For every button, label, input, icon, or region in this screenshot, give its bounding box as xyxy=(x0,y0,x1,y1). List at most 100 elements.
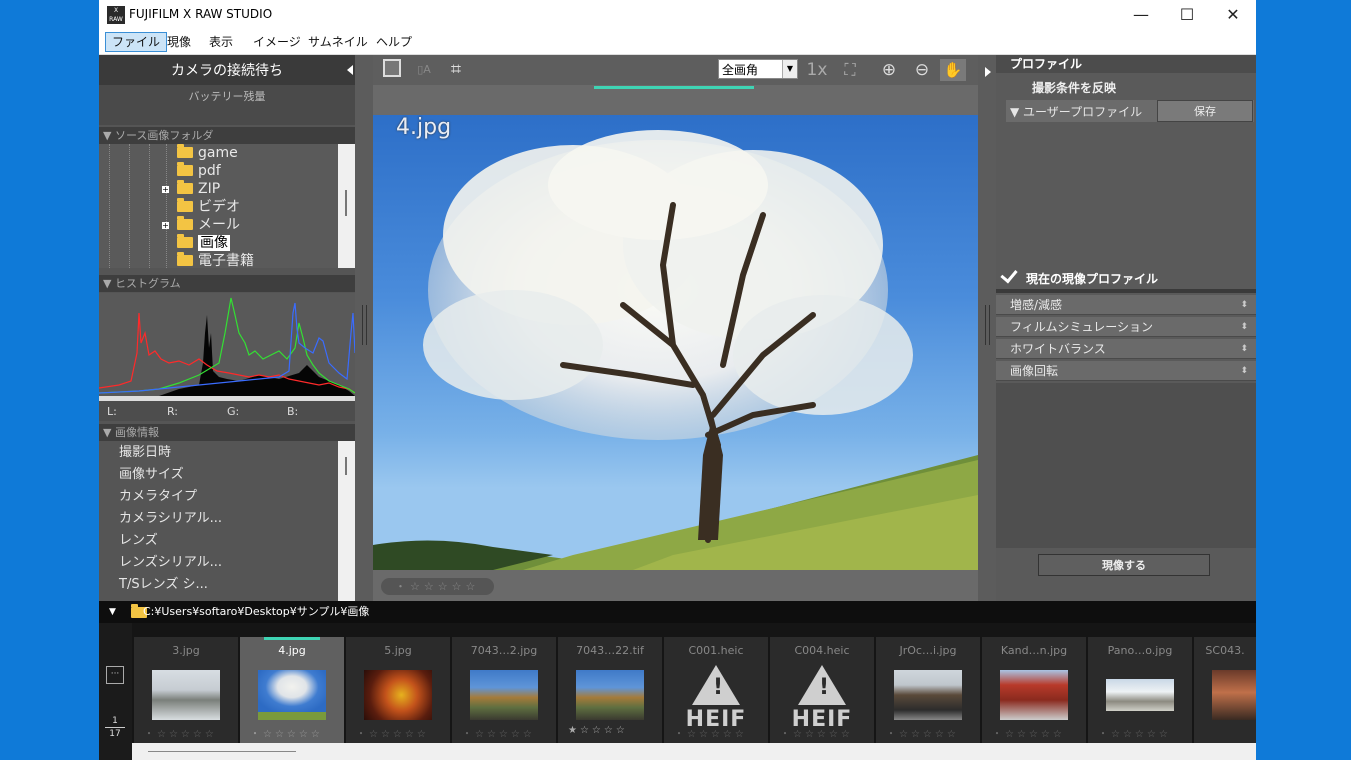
folder-item[interactable]: ビデオ xyxy=(177,198,240,216)
menu-develop[interactable]: 現像 xyxy=(161,33,197,51)
thumbnail-scrollbar[interactable] xyxy=(132,743,1256,760)
info-item: カメラシリアル... xyxy=(119,511,223,526)
expand-icon[interactable]: + xyxy=(162,186,169,194)
menu-file[interactable]: ファイル xyxy=(105,32,168,52)
thumbnail[interactable]: 7043…22.tif ★☆☆☆☆ xyxy=(558,637,662,743)
loading-progress-bar xyxy=(594,86,754,89)
thumbnail[interactable]: Kand…n.jpg ・☆☆☆☆☆ xyxy=(982,637,1086,743)
apply-conditions-label[interactable]: 撮影条件を反映 xyxy=(1032,79,1116,96)
thumbnail[interactable]: SC043. xyxy=(1194,637,1256,743)
thumbnail-image xyxy=(1106,679,1174,711)
folder-item[interactable]: game xyxy=(177,144,238,162)
minimize-button[interactable]: — xyxy=(1118,0,1164,31)
folder-item[interactable]: ZIP xyxy=(177,180,220,198)
histogram-values: L: R: G: B: xyxy=(99,401,355,421)
check-icon xyxy=(1000,265,1018,284)
thumbnail-image xyxy=(1000,670,1068,720)
close-button[interactable]: ✕ xyxy=(1210,0,1256,31)
desktop-background-right xyxy=(1256,0,1351,760)
zoom-in-icon[interactable]: ⊕ xyxy=(878,59,900,81)
thumbnail-image xyxy=(258,670,326,720)
heif-warning-icon: ! HEIF xyxy=(786,665,858,732)
folder-icon xyxy=(177,162,193,176)
chevron-down-icon: ▼ xyxy=(782,60,797,78)
zoom-1x-button[interactable]: 1x xyxy=(805,59,829,81)
adjust-white-balance[interactable]: ホワイトバランス ⬍ xyxy=(996,339,1256,359)
strip-controls: ··· 1 17 xyxy=(99,623,132,760)
thumbnail[interactable]: 7043…2.jpg ・☆☆☆☆☆ xyxy=(452,637,556,743)
develop-button[interactable]: 現像する xyxy=(1038,554,1210,576)
thumbnail[interactable]: JrOc…i.jpg ・☆☆☆☆☆ xyxy=(876,637,980,743)
adjust-image-rotation[interactable]: 画像回転 ⬍ xyxy=(996,361,1256,381)
user-profile-label[interactable]: ▼ ユーザープロファイル xyxy=(1010,103,1142,120)
menu-image[interactable]: イメージ xyxy=(247,33,307,51)
maximize-button[interactable]: ☐ xyxy=(1164,0,1210,31)
thumbnail[interactable]: Pano…o.jpg ・☆☆☆☆☆ xyxy=(1088,637,1192,743)
battery-label: バッテリー残量 xyxy=(99,85,355,125)
thumbnail-image xyxy=(470,670,538,720)
app-window: X RAW FUJIFILM X RAW STUDIO — ☐ ✕ ファイル 現… xyxy=(99,0,1256,760)
folder-icon xyxy=(177,180,193,194)
fit-screen-icon[interactable]: ⛶ xyxy=(839,59,861,81)
adjust-sensitivity[interactable]: 増感/減感 ⬍ xyxy=(996,295,1256,315)
path-toggle-icon[interactable]: ▼ xyxy=(109,601,116,623)
folder-item-selected[interactable]: 画像 xyxy=(177,234,230,252)
thumbnail[interactable]: C004.heic ! HEIF ・☆☆☆☆☆ xyxy=(770,637,874,743)
app-logo-icon: X RAW xyxy=(107,6,125,24)
folder-icon xyxy=(177,252,193,266)
folder-item[interactable]: メール xyxy=(177,216,240,234)
folder-item[interactable]: 電子書籍 xyxy=(177,252,254,268)
info-item: 画像サイズ xyxy=(119,467,184,482)
single-view-icon[interactable] xyxy=(381,59,403,81)
preview-panel: ▯A ⌗ 全画角 ▼ 1x ⛶ ⊕ ⊖ ✋ 4.jpg ・☆☆☆☆☆ xyxy=(373,55,978,601)
crop-icon[interactable]: ⌗ xyxy=(445,59,467,81)
adjust-film-simulation[interactable]: フィルムシミュレーション ⬍ xyxy=(996,317,1256,337)
thumbnail[interactable]: 3.jpg ・☆☆☆☆☆ xyxy=(134,637,238,743)
selected-thumbnail-indicator xyxy=(264,637,320,640)
info-item: カメラタイプ xyxy=(119,489,198,504)
thumbnail[interactable]: C001.heic ! HEIF ・☆☆☆☆☆ xyxy=(664,637,768,743)
zoom-out-icon[interactable]: ⊖ xyxy=(911,59,933,81)
menu-help[interactable]: ヘルプ xyxy=(370,33,418,51)
preview-image[interactable]: 4.jpg xyxy=(373,115,978,570)
zoom-select[interactable]: 全画角 ▼ xyxy=(718,59,798,79)
source-folder-header[interactable]: ▼ ソース画像フォルダ xyxy=(99,127,355,144)
thumbnail[interactable]: 5.jpg ・☆☆☆☆☆ xyxy=(346,637,450,743)
save-button[interactable]: 保存 xyxy=(1157,100,1253,122)
left-splitter[interactable] xyxy=(355,55,373,601)
info-item: 撮影日時 xyxy=(119,445,172,460)
profile-header: プロファイル xyxy=(996,55,1256,73)
collapse-right-arrow-icon[interactable] xyxy=(985,67,991,77)
histogram xyxy=(99,293,356,401)
preview-toolbar: ▯A ⌗ 全画角 ▼ 1x ⛶ ⊕ ⊖ ✋ xyxy=(373,55,978,85)
image-info-scrollbar[interactable] xyxy=(338,441,355,601)
rating-stars[interactable]: ・☆☆☆☆☆ xyxy=(381,578,494,595)
thumbnail-selected[interactable]: 4.jpg ・☆☆☆☆☆ xyxy=(240,637,344,743)
current-profile[interactable]: 現在の現像プロファイル xyxy=(1000,265,1158,287)
more-options-button[interactable]: ··· xyxy=(106,666,124,684)
user-profile-row: ▼ ユーザープロファイル 保存 xyxy=(1006,100,1254,122)
compare-view-icon[interactable]: ▯A xyxy=(413,59,435,81)
info-item: レンズ xyxy=(119,533,158,548)
folder-tree-scrollbar[interactable] xyxy=(338,144,355,268)
image-info-header[interactable]: ▼ 画像情報 xyxy=(99,424,355,441)
histogram-g-label: G: xyxy=(227,405,240,418)
hand-tool-icon[interactable]: ✋ xyxy=(940,59,966,81)
histogram-r-label: R: xyxy=(167,405,179,418)
folder-item[interactable]: pdf xyxy=(177,162,221,180)
folder-icon xyxy=(177,144,193,158)
histogram-header[interactable]: ▼ ヒストグラム xyxy=(99,275,355,292)
folder-icon xyxy=(177,234,193,248)
folder-icon xyxy=(177,216,193,230)
right-splitter[interactable] xyxy=(978,55,996,601)
menu-thumbnail[interactable]: サムネイル xyxy=(302,33,374,51)
heif-warning-icon: ! HEIF xyxy=(680,665,752,732)
folder-path: C:¥Users¥softaro¥Desktop¥サンプル¥画像 xyxy=(143,605,370,618)
menu-view[interactable]: 表示 xyxy=(203,33,239,51)
image-filename: 4.jpg xyxy=(396,115,452,140)
histogram-b-label: B: xyxy=(287,405,299,418)
thumbnail-image xyxy=(364,670,432,720)
expand-icon[interactable]: + xyxy=(162,222,169,230)
collapse-left-arrow-icon[interactable] xyxy=(347,65,353,75)
thumbnail-strip: ··· 1 17 3.jpg ・☆☆☆☆☆ 4.jpg ・☆☆☆☆☆ 5.jpg … xyxy=(99,623,1256,760)
